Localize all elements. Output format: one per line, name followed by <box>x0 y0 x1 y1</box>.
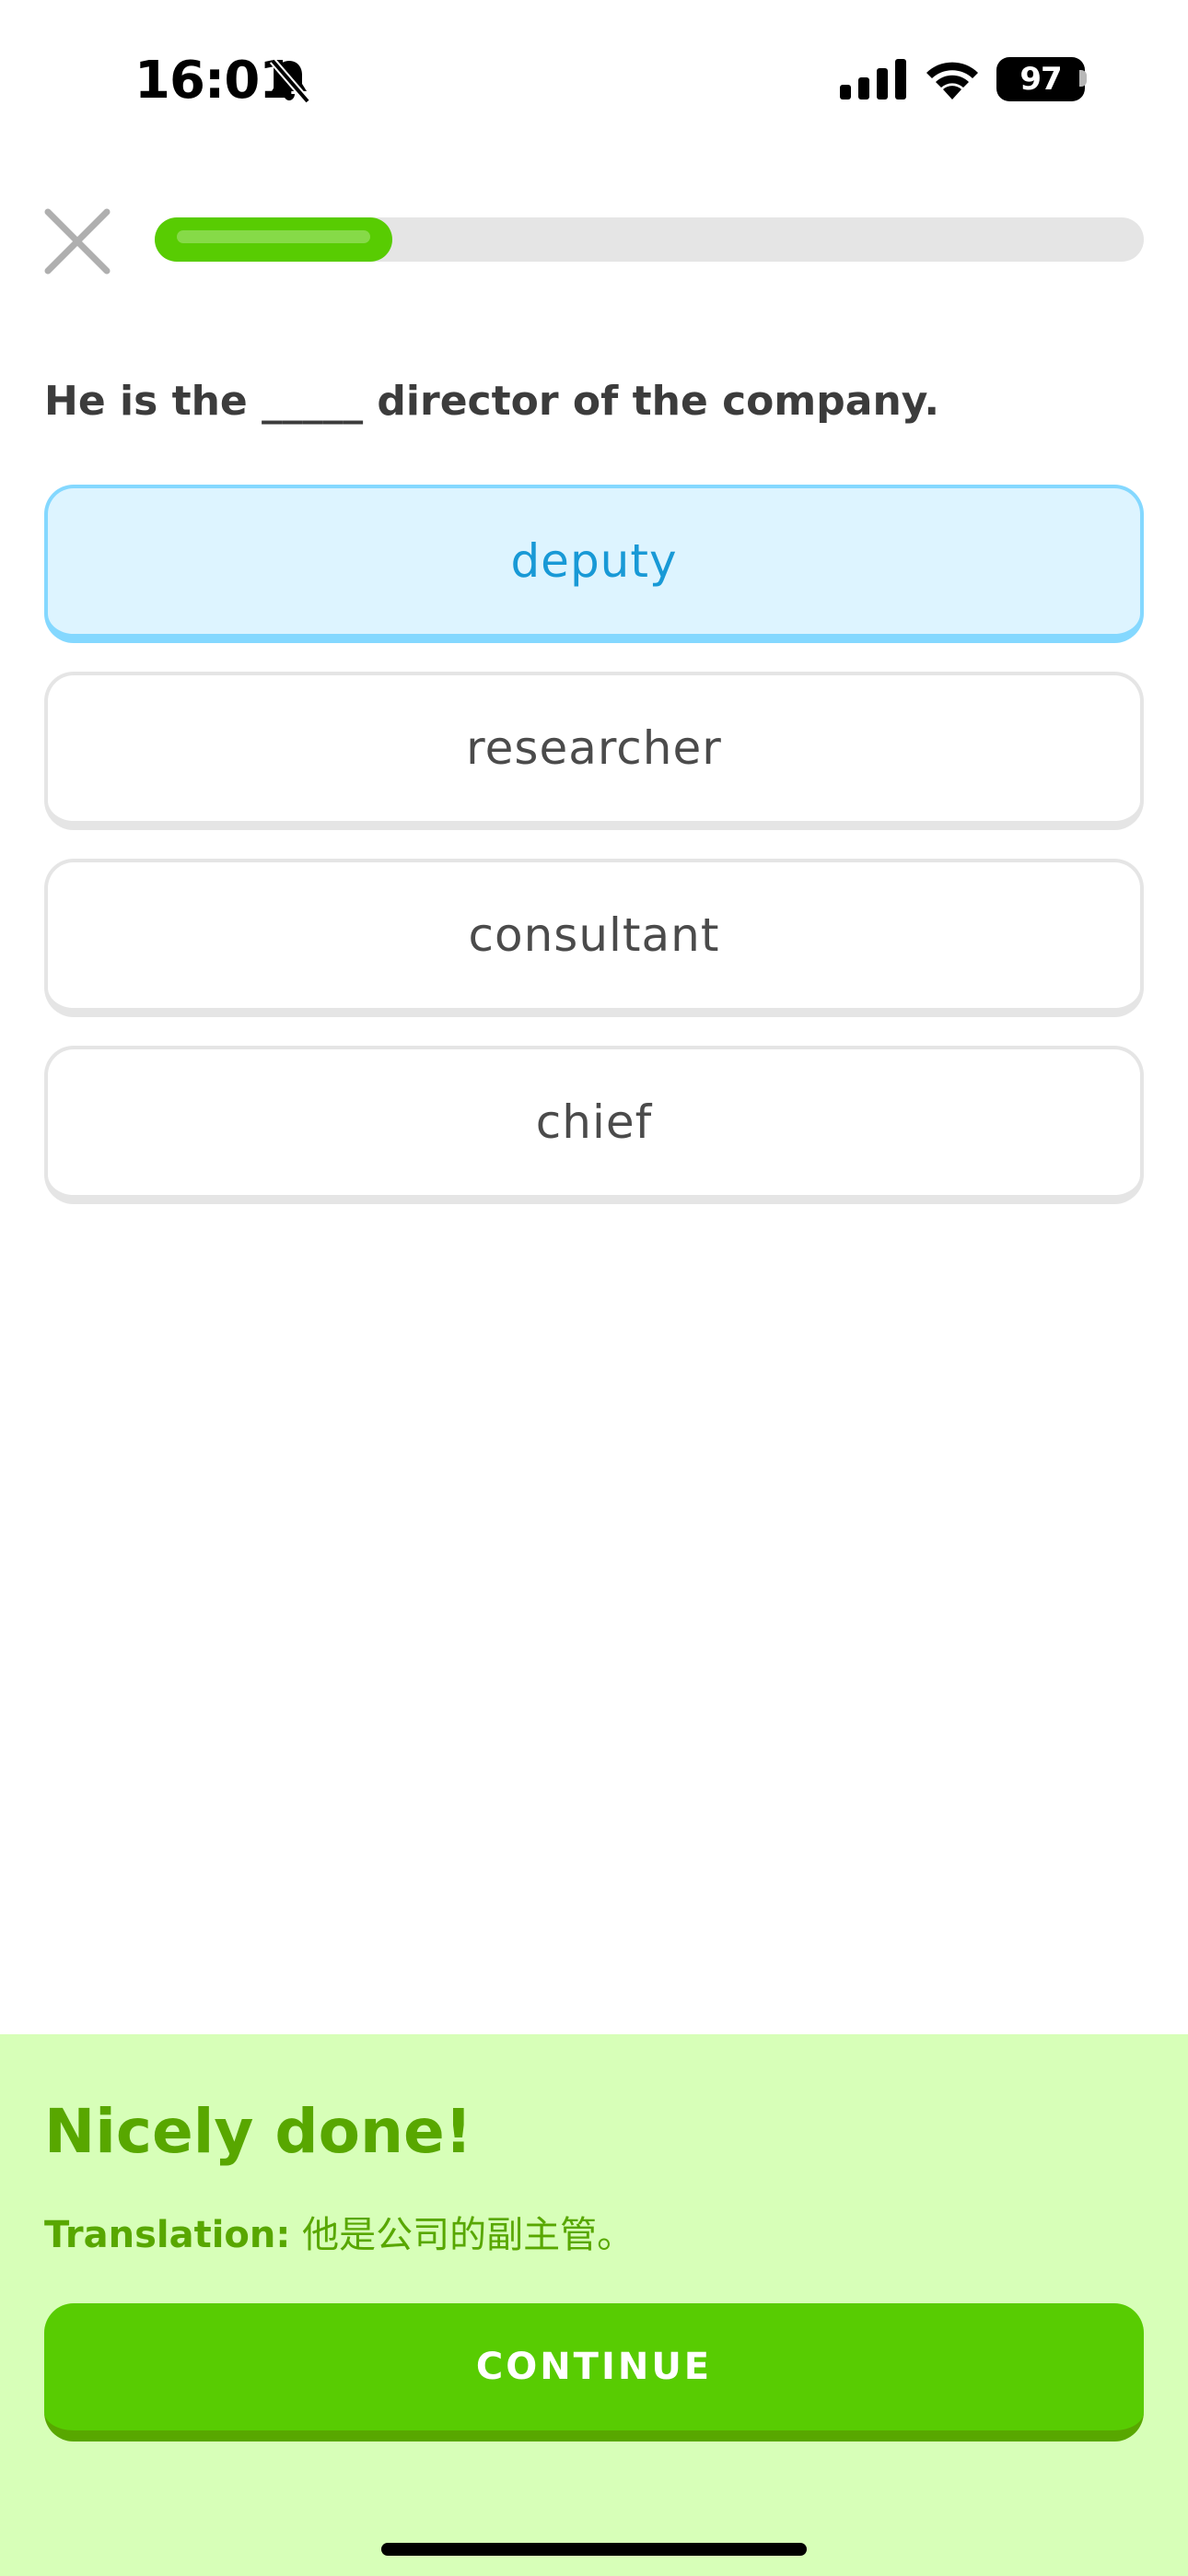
feedback-panel: Nicely done! Translation: 他是公司的副主管。 CONT… <box>0 2034 1188 2576</box>
battery-tip <box>1079 70 1087 87</box>
close-icon[interactable] <box>41 205 114 278</box>
option-consultant[interactable]: consultant <box>44 859 1144 1017</box>
translation-label: Translation: <box>44 2214 291 2256</box>
lesson-progress-bar <box>155 217 1144 262</box>
translation-text: 他是公司的副主管。 <box>302 2214 635 2256</box>
lesson-progress-fill <box>155 217 392 262</box>
option-chief[interactable]: chief <box>44 1046 1144 1204</box>
option-researcher[interactable]: researcher <box>44 672 1144 830</box>
continue-button[interactable]: CONTINUE <box>44 2303 1144 2441</box>
wifi-icon <box>926 62 978 100</box>
feedback-title: Nicely done! <box>44 2096 472 2167</box>
progress-highlight <box>177 230 370 243</box>
bell-slash-icon <box>269 58 311 103</box>
cellular-signal-icon <box>840 59 906 100</box>
home-indicator[interactable] <box>381 2543 807 2556</box>
option-deputy[interactable]: deputy <box>44 485 1144 643</box>
question-text: He is the _____ director of the company. <box>44 378 940 425</box>
translation-row: Translation: 他是公司的副主管。 <box>44 2209 634 2261</box>
battery-icon: 97 <box>996 57 1085 101</box>
status-bar: 16:01 97 <box>0 0 1188 157</box>
